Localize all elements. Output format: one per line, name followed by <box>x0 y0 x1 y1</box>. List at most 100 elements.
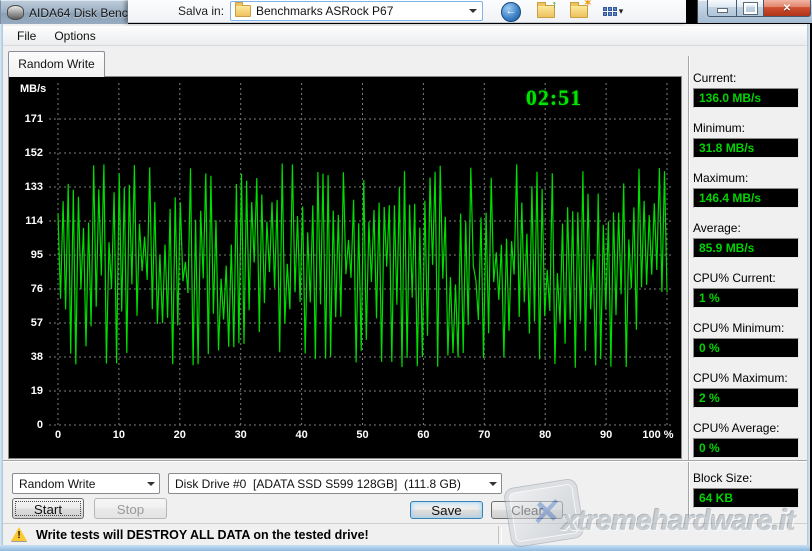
y-tick-label: 19 <box>11 385 43 398</box>
folder-icon <box>235 5 251 17</box>
stat-group: CPU% Maximum: 2 % <box>693 371 799 408</box>
stat-value: 146.4 MB/s <box>693 188 799 208</box>
drive-select[interactable]: Disk Drive #0 [ADATA SSD S599 128GB] (11… <box>168 473 502 494</box>
stat-group: CPU% Current: 1 % <box>693 271 799 308</box>
y-tick-label: 57 <box>11 317 43 330</box>
x-tick-label: 80 <box>523 429 567 441</box>
y-axis-unit: MB/s <box>20 83 46 95</box>
stat-value: 1 % <box>693 288 799 308</box>
status-bar: ! Write tests will DESTROY ALL DATA on t… <box>3 523 807 545</box>
warning-text: Write tests will DESTROY ALL DATA on the… <box>36 528 369 542</box>
x-tick-label: 70 <box>462 429 506 441</box>
start-button[interactable]: Start <box>12 498 84 519</box>
new-folder-button[interactable]: ✶ <box>568 2 590 21</box>
stat-group: Maximum: 146.4 MB/s <box>693 171 799 208</box>
clear-button[interactable]: Clear <box>491 501 563 519</box>
window-bottom-border <box>0 545 810 551</box>
x-tick-label: 10 <box>97 429 141 441</box>
stat-group: CPU% Minimum: 0 % <box>693 321 799 358</box>
view-menu-icon <box>603 7 617 16</box>
x-tick-label: 30 <box>219 429 263 441</box>
stat-value: 0 % <box>693 338 799 358</box>
horizontal-separator <box>3 460 807 462</box>
vertical-separator <box>688 56 690 518</box>
tab-random-write[interactable]: Random Write <box>8 51 105 77</box>
stat-label: CPU% Average: <box>693 421 799 436</box>
stat-label: CPU% Minimum: <box>693 321 799 336</box>
elapsed-time: 02:51 <box>509 85 599 111</box>
y-tick-label: 38 <box>11 351 43 364</box>
y-tick-label: 152 <box>11 147 43 160</box>
chevron-down-icon <box>489 482 497 486</box>
window-right-border <box>807 24 810 551</box>
stat-value: 64 KB <box>693 488 799 508</box>
close-button[interactable]: ✕ <box>763 0 811 17</box>
stat-label: Maximum: <box>693 171 799 186</box>
window-title: AIDA64 Disk Bench <box>29 6 128 20</box>
minimize-button[interactable] <box>707 0 738 17</box>
chart-canvas <box>9 77 681 458</box>
stat-value: 2 % <box>693 388 799 408</box>
stat-group: Minimum: 31.8 MB/s <box>693 121 799 158</box>
menu-options[interactable]: Options <box>45 27 104 45</box>
up-one-level-button[interactable]: ↑ <box>535 2 557 21</box>
x-tick-label: 60 <box>401 429 445 441</box>
stop-button[interactable]: Stop <box>94 498 167 519</box>
stats-panel: Current: 136.0 MB/s Minimum: 31.8 MB/s Maxim… <box>693 71 799 521</box>
x-tick-label: 0 <box>36 429 80 441</box>
stat-value: 136.0 MB/s <box>693 88 799 108</box>
y-tick-label: 133 <box>11 181 43 194</box>
x-tick-label: 20 <box>158 429 202 441</box>
menu-file[interactable]: File <box>8 27 45 45</box>
stat-label: Minimum: <box>693 121 799 136</box>
stat-group: Current: 136.0 MB/s <box>693 71 799 108</box>
close-icon: ✕ <box>783 3 791 14</box>
stat-label: Average: <box>693 221 799 236</box>
warning-icon: ! <box>11 527 28 542</box>
up-folder-icon: ↑ <box>537 5 555 18</box>
background-window-frame: ✕ <box>697 0 812 23</box>
screen: AIDA64 Disk Bench Salva in: Benchmarks A… <box>0 0 812 551</box>
chevron-down-icon[interactable] <box>469 9 477 13</box>
x-tick-label: 90 <box>584 429 628 441</box>
chevron-down-icon <box>147 482 155 486</box>
menu-bar: File Options <box>3 26 807 46</box>
back-button[interactable]: ← <box>500 2 522 21</box>
save-location-value: Benchmarks ASRock P67 <box>256 4 464 18</box>
hard-disk-icon <box>7 5 24 20</box>
benchmark-chart: MB/s 17115213311495765738190010203040506… <box>8 76 682 459</box>
x-tick-label: 100 % <box>636 429 680 441</box>
y-tick-label: 114 <box>11 215 43 228</box>
maximize-icon <box>744 3 757 14</box>
y-tick-label: 95 <box>11 249 43 262</box>
y-tick-label: 76 <box>11 283 43 296</box>
save-location-combobox[interactable]: Benchmarks ASRock P67 <box>230 1 483 21</box>
save-button[interactable]: Save <box>410 501 483 519</box>
x-tick-label: 40 <box>280 429 324 441</box>
maximize-button[interactable] <box>736 0 765 17</box>
test-type-select[interactable]: Random Write <box>12 473 160 494</box>
stat-label: CPU% Maximum: <box>693 371 799 386</box>
test-type-value: Random Write <box>13 477 143 491</box>
stat-label: Current: <box>693 71 799 86</box>
x-tick-label: 50 <box>341 429 385 441</box>
stat-group: Average: 85.9 MB/s <box>693 221 799 258</box>
stat-group: CPU% Average: 0 % <box>693 421 799 458</box>
stat-value: 31.8 MB/s <box>693 138 799 158</box>
stat-label: Block Size: <box>693 471 799 486</box>
new-folder-icon: ✶ <box>570 5 588 18</box>
aida64-titlebar: AIDA64 Disk Bench <box>0 0 128 24</box>
status-divider <box>498 526 502 544</box>
minimize-icon <box>717 8 728 13</box>
window-left-border <box>0 24 3 551</box>
stat-value: 0 % <box>693 438 799 458</box>
stat-group: Block Size: 64 KB <box>693 471 799 508</box>
view-menu-button[interactable]: ▾ <box>598 2 628 21</box>
save-in-label: Salva in: <box>178 4 224 18</box>
y-tick-label: 171 <box>11 113 43 126</box>
chevron-down-icon: ▾ <box>619 6 624 17</box>
drive-value: Disk Drive #0 [ADATA SSD S599 128GB] (11… <box>169 477 485 491</box>
back-icon: ← <box>501 2 521 22</box>
stat-label: CPU% Current: <box>693 271 799 286</box>
stat-value: 85.9 MB/s <box>693 238 799 258</box>
